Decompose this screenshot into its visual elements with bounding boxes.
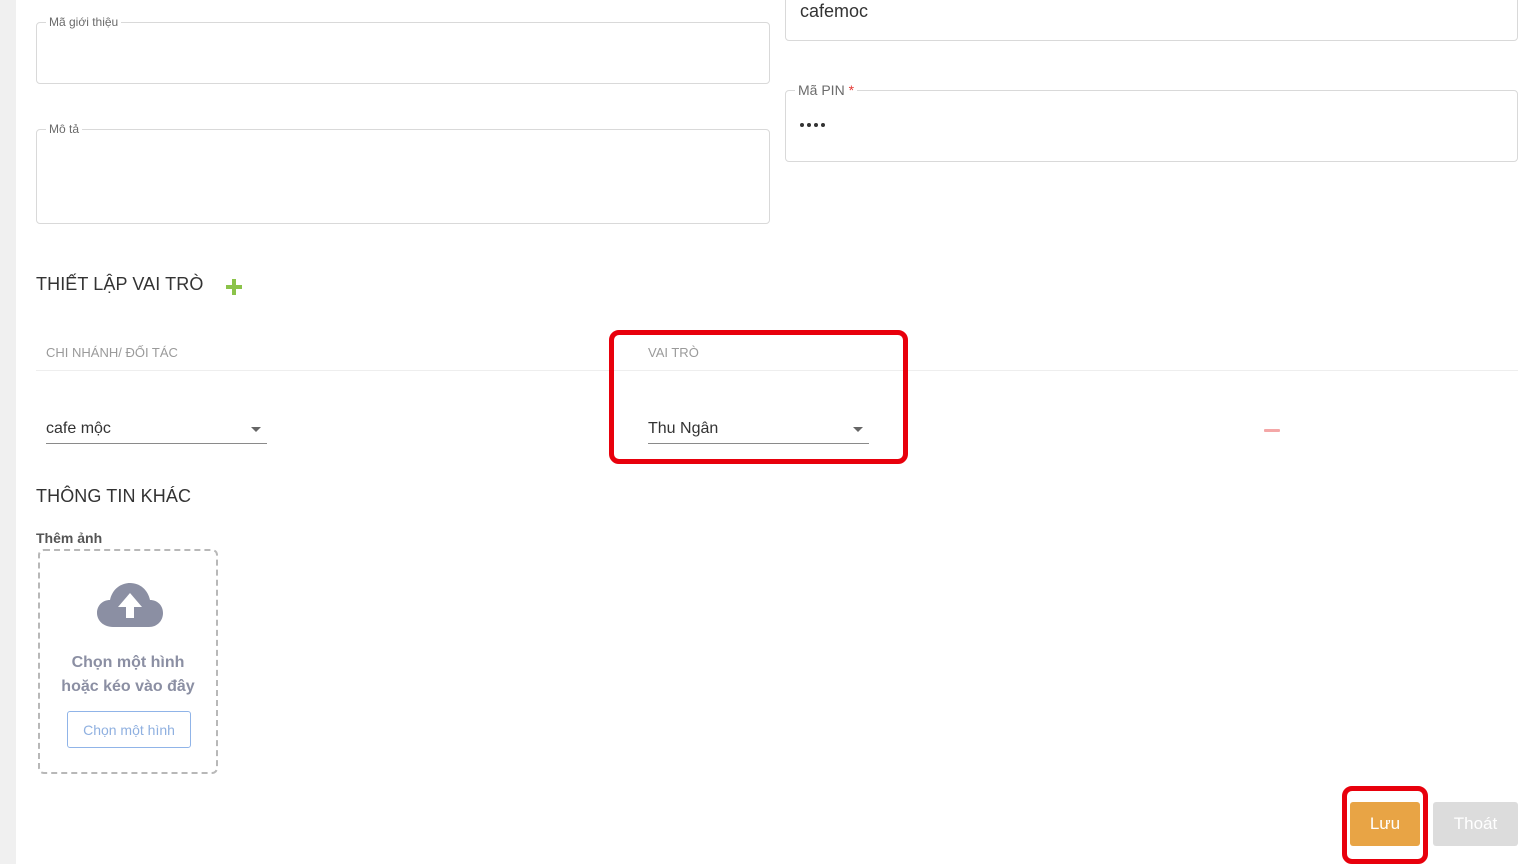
column-header-branch: CHI NHÁNH/ ĐỐI TÁC	[46, 345, 178, 360]
add-role-plus-icon[interactable]	[226, 279, 242, 295]
pin-label: Mã PIN *	[795, 82, 858, 98]
exit-button[interactable]: Thoát	[1433, 802, 1518, 846]
role-select[interactable]: Thu Ngân	[648, 414, 869, 444]
user-form-panel: Mã giới thiệu Mô tả cafemoc Mã PIN * THI…	[16, 0, 1538, 864]
branch-select-value: cafe mộc	[46, 420, 111, 437]
save-button[interactable]: Lưu	[1350, 802, 1420, 846]
referral-code-field[interactable]: Mã giới thiệu	[36, 15, 770, 84]
role-select-value: Thu Ngân	[648, 420, 719, 437]
branch-select[interactable]: cafe mộc	[46, 414, 267, 444]
table-divider	[36, 370, 1518, 371]
image-dropzone[interactable]: Chọn một hình hoặc kéo vào đây Chọn một …	[38, 549, 218, 774]
chevron-down-icon	[853, 427, 863, 432]
chevron-down-icon	[251, 427, 261, 432]
required-mark: *	[848, 82, 855, 98]
referral-code-label: Mã giới thiệu	[46, 15, 122, 29]
choose-image-button[interactable]: Chọn một hình	[67, 711, 191, 748]
username-field[interactable]: cafemoc	[785, 0, 1518, 41]
pin-field[interactable]: Mã PIN *	[785, 82, 1518, 162]
roles-section-title: THIẾT LẬP VAI TRÒ	[36, 274, 204, 294]
other-info-section-title: THÔNG TIN KHÁC	[36, 486, 192, 506]
description-field[interactable]: Mô tả	[36, 122, 770, 224]
username-value: cafemoc	[800, 1, 869, 21]
dropzone-hint: Chọn một hình hoặc kéo vào đây	[61, 654, 195, 695]
description-label: Mô tả	[46, 122, 83, 136]
cloud-upload-icon	[97, 583, 163, 627]
add-image-label: Thêm ảnh	[36, 530, 103, 546]
remove-role-minus-icon[interactable]	[1264, 429, 1280, 432]
pin-masked-value	[800, 123, 825, 127]
column-header-role: VAI TRÒ	[648, 345, 699, 360]
